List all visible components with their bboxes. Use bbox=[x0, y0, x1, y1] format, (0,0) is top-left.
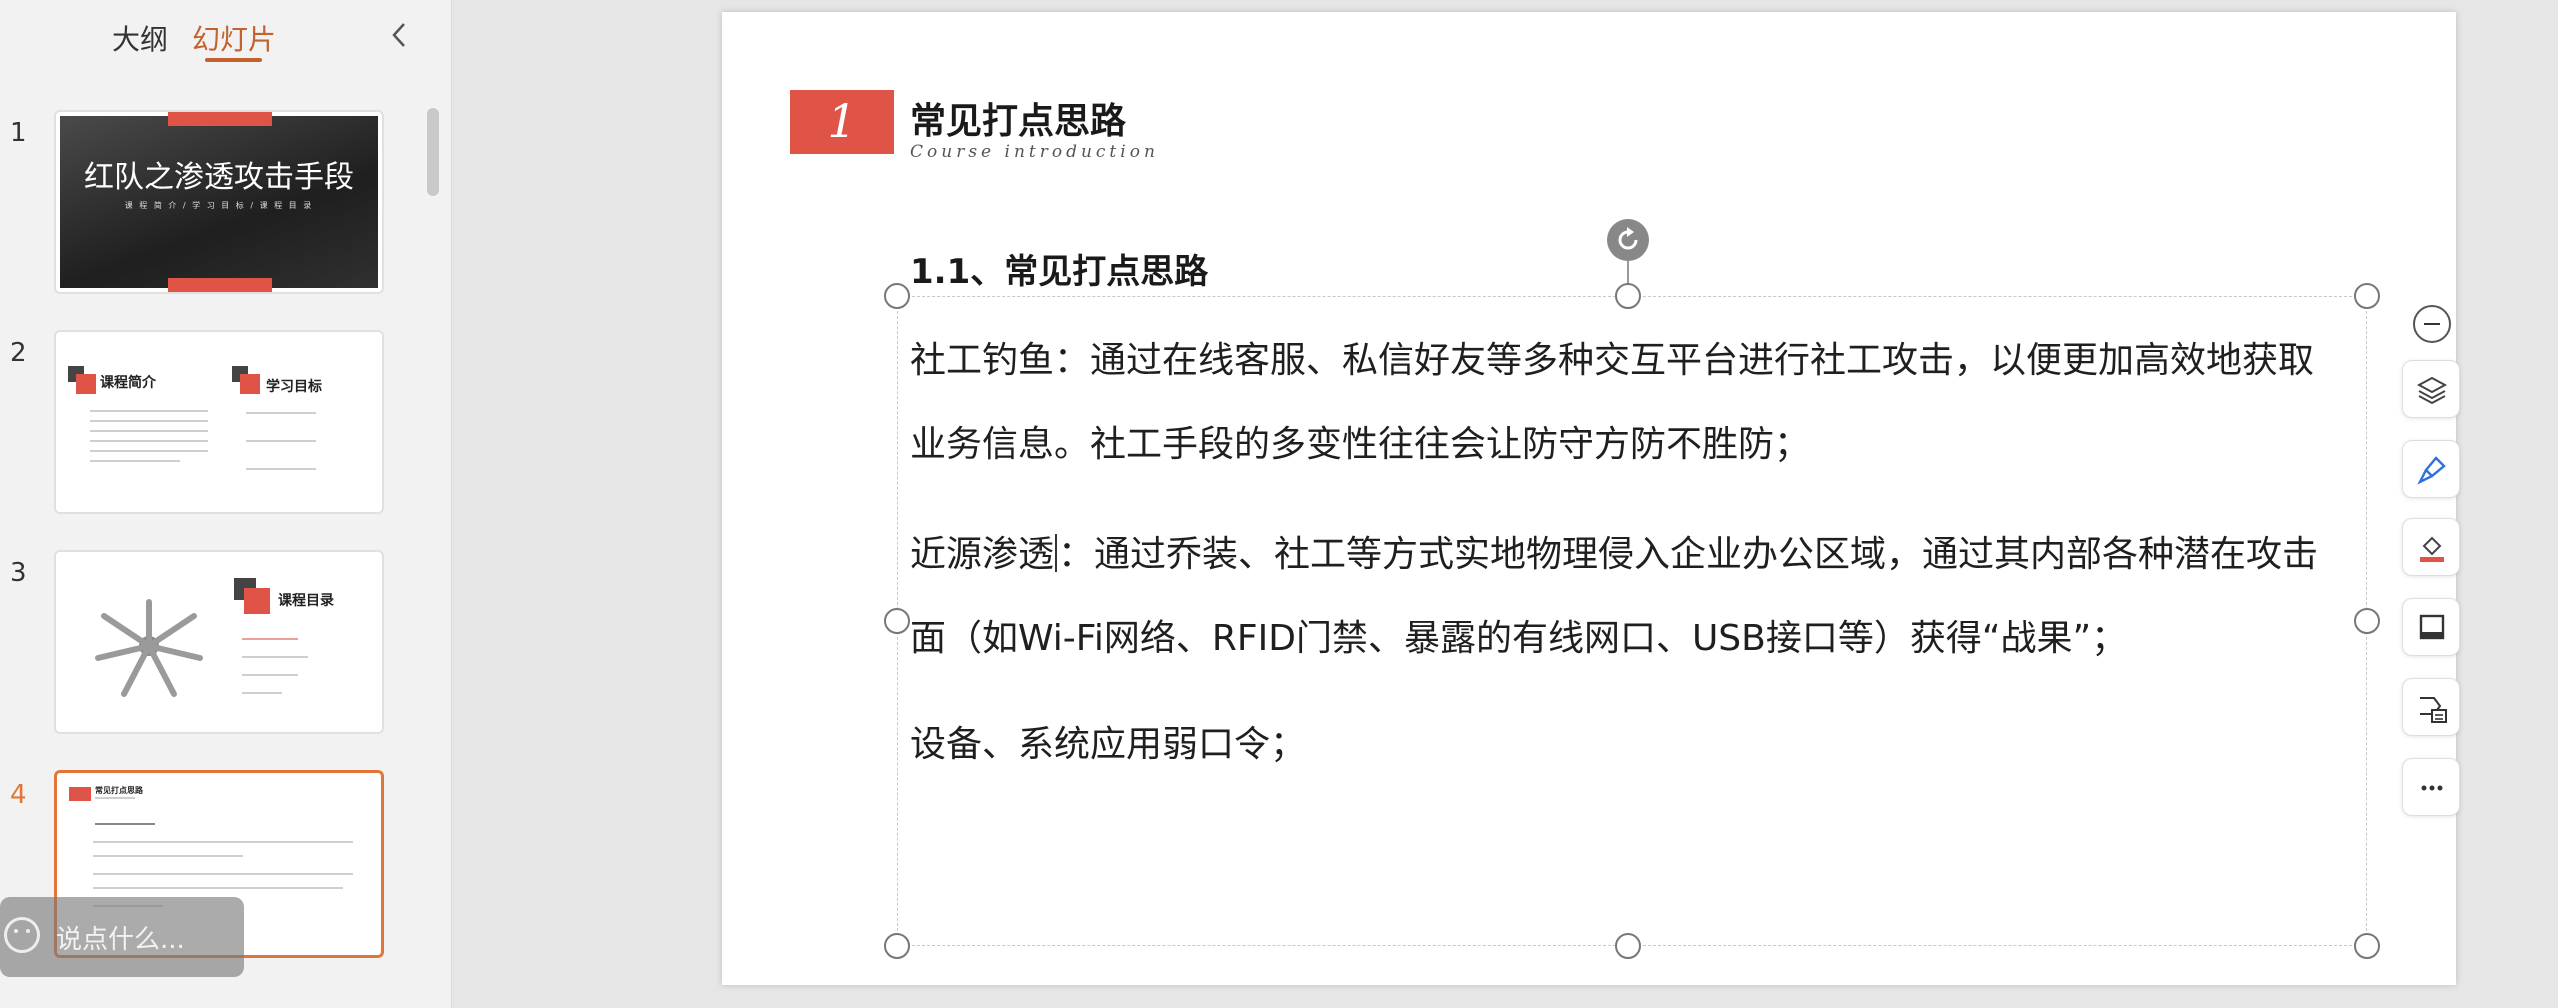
resize-handle-bottom[interactable] bbox=[1615, 933, 1641, 959]
resize-handle-bottom-right[interactable] bbox=[2354, 933, 2380, 959]
frame-button[interactable] bbox=[2402, 598, 2460, 656]
text-line bbox=[90, 410, 208, 412]
text-line bbox=[93, 873, 353, 875]
decor-square bbox=[240, 374, 260, 394]
selected-textbox[interactable]: 社工钓鱼：通过在线客服、私信好友等多种交互平台进行社工攻击，以便更加高效地获取 … bbox=[897, 296, 2367, 946]
text-line bbox=[95, 797, 135, 799]
zoom-out-button[interactable] bbox=[2413, 305, 2451, 343]
slide-number: 4 bbox=[10, 780, 27, 810]
text-line bbox=[90, 420, 208, 422]
brush-icon bbox=[2417, 456, 2446, 485]
slides-panel: 大纲 幻灯片 1 红队之渗透攻击手段 课 程 简 介 / 学 习 目 标 / 课… bbox=[0, 0, 452, 1008]
text-line bbox=[90, 460, 180, 462]
network-people-image bbox=[95, 599, 203, 697]
thumbnail-heading: 常见打点思路 bbox=[95, 786, 143, 795]
chevron-left-icon bbox=[392, 23, 405, 47]
sub-heading[interactable]: 1.1、常见打点思路 bbox=[910, 244, 1208, 293]
fill-color-button[interactable] bbox=[2402, 518, 2460, 576]
smiley-icon bbox=[4, 917, 40, 953]
thumbnail-heading: 课程简介 bbox=[100, 375, 156, 391]
rotate-icon bbox=[1618, 227, 1638, 250]
tab-slides[interactable]: 幻灯片 bbox=[192, 18, 276, 58]
text-line: 社工钓鱼：通过在线客服、私信好友等多种交互平台进行社工攻击，以便更加高效地获取 bbox=[910, 340, 2315, 381]
resize-handle-top-left[interactable] bbox=[884, 283, 910, 309]
text-line: 面（如Wi-Fi网络、RFID门禁、暴露的有线网口、USB接口等）获得“战果”； bbox=[910, 618, 2128, 659]
thumbnail-subtitle: 课 程 简 介 / 学 习 目 标 / 课 程 目 录 bbox=[124, 201, 314, 210]
paragraph-social-phishing[interactable]: 社工钓鱼：通过在线客服、私信好友等多种交互平台进行社工攻击，以便更加高效地获取 … bbox=[910, 319, 2370, 487]
text-line bbox=[246, 440, 316, 442]
comment-input[interactable]: 说点什么... bbox=[0, 897, 244, 977]
section-subtitle[interactable]: Course introduction bbox=[910, 142, 1159, 162]
thumbnail-heading: 课程目录 bbox=[278, 593, 334, 609]
decor-square bbox=[69, 787, 91, 801]
format-painter-button[interactable] bbox=[2402, 440, 2460, 498]
text-line bbox=[246, 412, 316, 414]
paragraph-near-source-penetration[interactable]: 近源渗透 ：通过乔装、社工等方式实地物理侵入企业办公区域，通过其内部各种潜在攻击 … bbox=[910, 513, 2370, 681]
text-line bbox=[93, 841, 353, 843]
resize-handle-left[interactable] bbox=[884, 608, 910, 634]
thumbnail-title: 红队之渗透攻击手段 bbox=[84, 160, 354, 195]
text-line bbox=[90, 450, 208, 452]
decor-square bbox=[76, 374, 96, 394]
fill-color-icon bbox=[2420, 536, 2444, 562]
resize-handle-top-right[interactable] bbox=[2354, 283, 2380, 309]
text-line bbox=[93, 855, 243, 857]
text-line bbox=[90, 430, 208, 432]
decor-bar bbox=[168, 278, 272, 292]
slide-thumbnail-1[interactable]: 红队之渗透攻击手段 课 程 简 介 / 学 习 目 标 / 课 程 目 录 bbox=[54, 110, 384, 294]
slide-number: 2 bbox=[10, 338, 27, 368]
text-line bbox=[246, 468, 316, 470]
decor-bar bbox=[168, 112, 272, 126]
resize-handle-bottom-left[interactable] bbox=[884, 933, 910, 959]
section-title[interactable]: 常见打点思路 bbox=[910, 92, 1126, 144]
text-line: 业务信息。社工手段的多变性往往会让防守方防不胜防； bbox=[910, 424, 1811, 465]
active-tab-indicator bbox=[205, 58, 262, 62]
layers-icon bbox=[2416, 376, 2448, 405]
shape-text-icon bbox=[2420, 697, 2447, 723]
resize-handle-right[interactable] bbox=[2354, 608, 2380, 634]
text-line bbox=[93, 887, 343, 889]
slide-thumbnail-3[interactable]: 课程目录 bbox=[54, 550, 384, 734]
comment-placeholder: 说点什么... bbox=[56, 925, 185, 955]
slide-number: 1 bbox=[10, 118, 27, 148]
resize-handle-top[interactable] bbox=[1615, 283, 1641, 309]
decor-square bbox=[244, 588, 270, 614]
text-run: 近源渗透 bbox=[910, 534, 1055, 575]
layers-button[interactable] bbox=[2402, 360, 2460, 418]
text-line bbox=[90, 440, 208, 442]
slide-thumbnail-2[interactable]: 课程简介 学习目标 bbox=[54, 330, 384, 514]
slide-canvas[interactable]: 1 常见打点思路 Course introduction 1.1、常见打点思路 … bbox=[722, 12, 2456, 985]
text-line bbox=[242, 674, 298, 676]
thumbnail-heading: 学习目标 bbox=[266, 379, 322, 395]
text-line bbox=[242, 692, 282, 694]
text-line bbox=[242, 638, 298, 640]
paragraph-weak-passwords[interactable]: 设备、系统应用弱口令； bbox=[910, 703, 2370, 787]
panel-scrollbar[interactable] bbox=[427, 108, 439, 196]
collapse-panel-button[interactable] bbox=[386, 20, 412, 50]
text-run: ：通过乔装、社工等方式实地物理侵入企业办公区域，通过其内部各种潜在攻击 bbox=[1058, 534, 2319, 575]
frame-icon bbox=[2419, 614, 2445, 640]
more-icon bbox=[2421, 785, 2443, 791]
text-caret bbox=[1055, 534, 1058, 572]
slide-number: 3 bbox=[10, 558, 27, 588]
section-number-badge: 1 bbox=[790, 90, 894, 154]
rotate-handle[interactable] bbox=[1607, 219, 1649, 261]
text-line bbox=[95, 823, 155, 825]
tab-outline[interactable]: 大纲 bbox=[112, 18, 168, 58]
shape-text-button[interactable] bbox=[2402, 678, 2460, 736]
text-line bbox=[242, 656, 308, 658]
more-button[interactable] bbox=[2402, 758, 2460, 816]
